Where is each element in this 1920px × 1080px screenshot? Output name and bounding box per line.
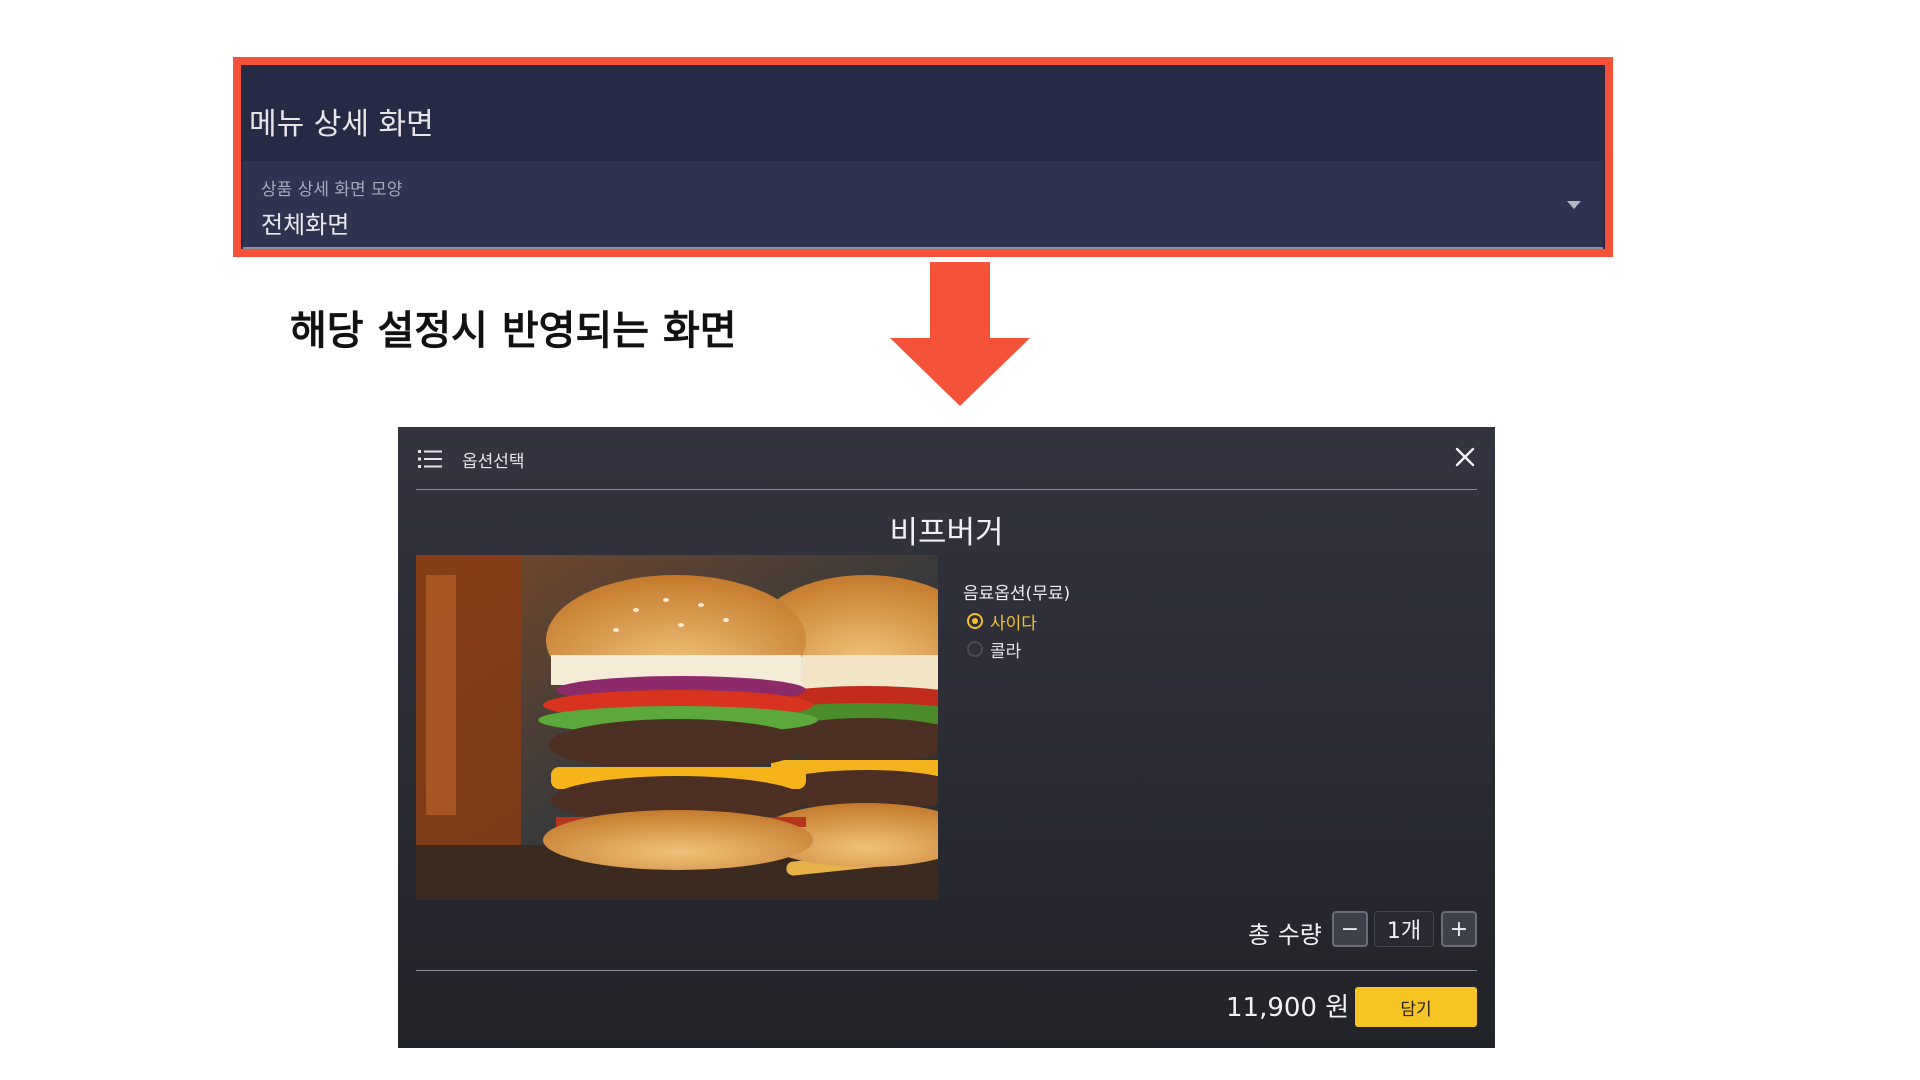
arrow-down-icon xyxy=(890,262,1030,406)
add-to-cart-button[interactable]: 담기 xyxy=(1355,987,1477,1027)
option-modal: 옵션선택 비프버거 음료옵션(무료) 사이다 콜라 총 수량 − 1개 + 11… xyxy=(398,427,1495,1048)
chevron-down-icon[interactable] xyxy=(1567,201,1581,209)
option-sprite[interactable]: 사이다 xyxy=(963,610,1070,634)
quantity-decrease-button[interactable]: − xyxy=(1332,911,1368,947)
option-group-title: 음료옵션(무료) xyxy=(963,584,1071,604)
close-icon[interactable] xyxy=(1453,445,1477,469)
drink-option-group: 음료옵션(무료) 사이다 콜라 xyxy=(963,579,1071,662)
modal-header: 옵션선택 xyxy=(398,427,1495,489)
quantity-increase-button[interactable]: + xyxy=(1441,911,1477,947)
settings-highlight-box: 메뉴 상세 화면 상품 상세 화면 모양 전체화면 xyxy=(233,57,1613,257)
list-icon xyxy=(418,450,442,468)
quantity-label: 총 수량 xyxy=(1248,921,1322,949)
radio-checked-icon[interactable] xyxy=(967,613,983,629)
radio-unchecked-icon[interactable] xyxy=(967,641,983,657)
option-label: 사이다 xyxy=(990,613,1037,634)
footer-divider xyxy=(416,970,1477,971)
quantity-value: 1개 xyxy=(1374,911,1434,947)
modal-title: 옵션선택 xyxy=(462,452,525,472)
product-image xyxy=(416,555,938,900)
detail-view-select[interactable]: 상품 상세 화면 모양 전체화면 xyxy=(243,161,1603,249)
header-divider xyxy=(416,489,1477,490)
select-value: 전체화면 xyxy=(261,211,350,239)
option-label: 콜라 xyxy=(990,641,1022,662)
select-label: 상품 상세 화면 모양 xyxy=(261,180,403,200)
option-cola[interactable]: 콜라 xyxy=(963,638,1070,662)
caption-text: 해당 설정시 반영되는 화면 xyxy=(290,308,737,354)
settings-section-title: 메뉴 상세 화면 xyxy=(249,107,434,142)
total-price: 11,900 원 xyxy=(1226,993,1350,1023)
product-name: 비프버거 xyxy=(889,515,1004,551)
